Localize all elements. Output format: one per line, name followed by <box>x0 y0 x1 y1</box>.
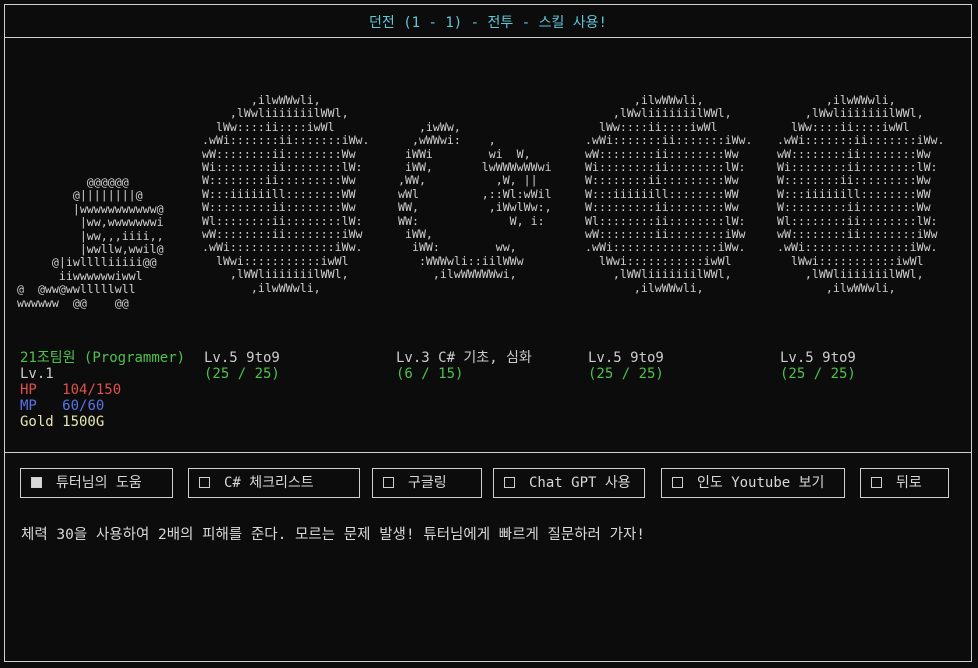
skill-button-youtube[interactable]: 인도 Youtube 보기 <box>661 468 845 498</box>
player-stats: 21조팀원 (Programmer) Lv.1 HP 104/150 MP 60… <box>20 350 185 430</box>
skill-label: 튜터님의 도움 <box>56 475 142 491</box>
skill-label: 인도 Youtube 보기 <box>697 475 825 491</box>
title-bar: 던전 (1 - 1) - 전투 - 스킬 사용! <box>5 5 971 38</box>
player-ascii-art: @@@@@@ @||||||||@ |wwwwwwwwwww@ |ww,wwww… <box>17 175 164 310</box>
monster-3-ascii-art: ,ilwWWwli, ,lWwliiiiiiilWWl, lWw::::ii::… <box>585 93 753 295</box>
checkbox-icon <box>871 477 882 488</box>
checkbox-icon <box>504 477 515 488</box>
monster-name: Lv.5 9to9 <box>780 350 856 366</box>
checkbox-icon <box>383 477 394 488</box>
skill-button-tutor-help[interactable]: 튜터님의 도움 <box>20 468 173 498</box>
monster-hp: (6 / 15) <box>396 366 464 382</box>
player-hp: HP 104/150 <box>20 382 185 398</box>
skill-label: 구글링 <box>408 475 447 491</box>
checkbox-icon <box>672 477 683 488</box>
monster-name: Lv.5 9to9 <box>588 350 664 366</box>
hp-label: HP <box>20 382 37 398</box>
monster-4-ascii-art: ,ilwWWwli, ,lWwliiiiiiilWWl, lWw::::ii::… <box>777 93 945 295</box>
player-mp: MP 60/60 <box>20 398 185 414</box>
monster-hp: (25 / 25) <box>780 366 856 382</box>
monster-2-stats: Lv.3 C# 기초, 심화 (6 / 15) <box>396 350 532 382</box>
divider <box>5 452 971 453</box>
window-title: 던전 (1 - 1) - 전투 - 스킬 사용! <box>369 15 607 31</box>
hp-value: 104/150 <box>62 382 122 398</box>
player-level: Lv.1 <box>20 366 54 382</box>
console-window: 던전 (1 - 1) - 전투 - 스킬 사용! @@@@@@ @|||||||… <box>4 4 972 662</box>
back-button[interactable]: 뒤로 <box>860 468 949 498</box>
skill-button-chat-gpt[interactable]: Chat GPT 사용 <box>493 468 645 498</box>
mp-label: MP <box>20 398 37 414</box>
monster-3-stats: Lv.5 9to9 (25 / 25) <box>588 350 664 382</box>
skill-button-csharp-checklist[interactable]: C# 체크리스트 <box>188 468 360 498</box>
monster-name: Lv.3 C# 기초, 심화 <box>396 350 532 366</box>
skill-label: 뒤로 <box>896 475 922 491</box>
monster-1-ascii-art: ,ilwWWwli, ,lWwliiiiiiilWWl, lWw::::ii::… <box>202 93 370 295</box>
monster-hp: (25 / 25) <box>204 366 280 382</box>
player-gold: Gold 1500G <box>20 414 105 430</box>
mp-value: 60/60 <box>62 398 105 414</box>
monster-1-stats: Lv.5 9to9 (25 / 25) <box>204 350 280 382</box>
skill-label: C# 체크리스트 <box>224 475 314 491</box>
checkbox-icon <box>31 477 42 488</box>
skill-label: Chat GPT 사용 <box>529 475 631 491</box>
monster-4-stats: Lv.5 9to9 (25 / 25) <box>780 350 856 382</box>
checkbox-icon <box>199 477 210 488</box>
monster-name: Lv.5 9to9 <box>204 350 280 366</box>
skill-button-googling[interactable]: 구글링 <box>372 468 482 498</box>
monster-2-ascii-art: ,iwWw, ,wWWwi: , iWWi wi W, iWW, lwWWWwW… <box>398 119 552 282</box>
player-name: 21조팀원 (Programmer) <box>20 350 186 366</box>
monster-hp: (25 / 25) <box>588 366 664 382</box>
skill-description: 체력 30을 사용하여 2배의 피해를 준다. 모르는 문제 발생! 튜터님에게… <box>21 527 646 543</box>
